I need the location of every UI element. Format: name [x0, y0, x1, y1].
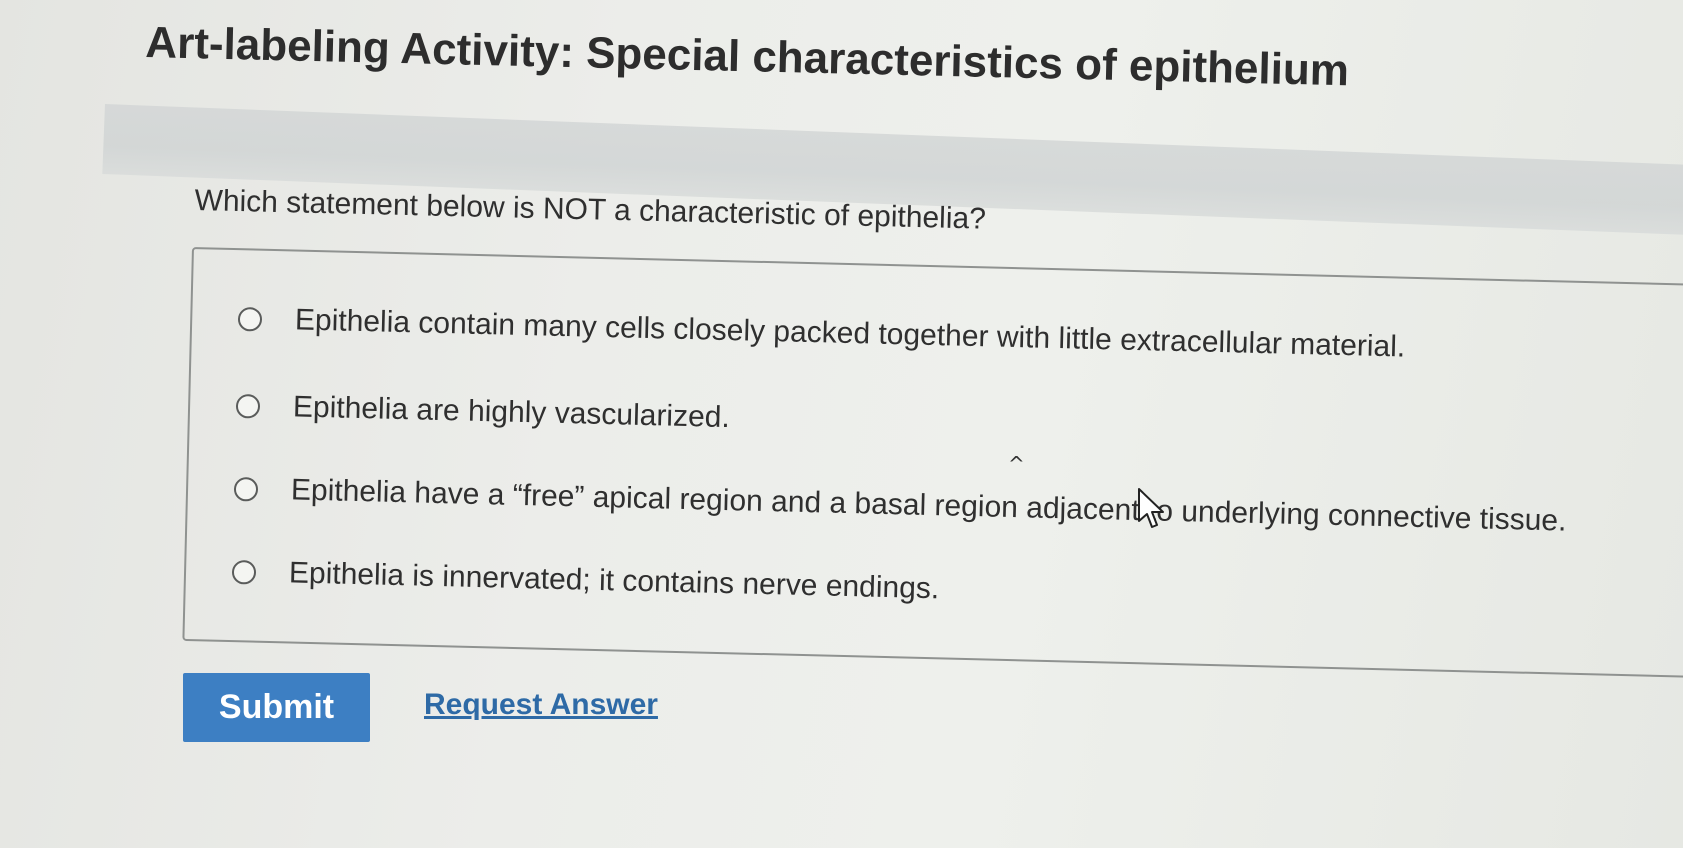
- text-caret-icon: ^: [1008, 452, 1025, 476]
- mouse-pointer-icon: [1138, 488, 1164, 528]
- request-answer-link[interactable]: Request Answer: [424, 688, 658, 722]
- radio-empty-icon[interactable]: [237, 307, 263, 332]
- radio-empty-icon[interactable]: [235, 394, 261, 419]
- page-title: Art-labeling Activity: Special character…: [144, 18, 1350, 96]
- activity-page: Art-labeling Activity: Special character…: [0, 0, 1683, 848]
- radio-empty-icon[interactable]: [231, 560, 257, 585]
- radio-empty-icon[interactable]: [233, 477, 259, 502]
- submit-button[interactable]: Submit: [183, 673, 370, 742]
